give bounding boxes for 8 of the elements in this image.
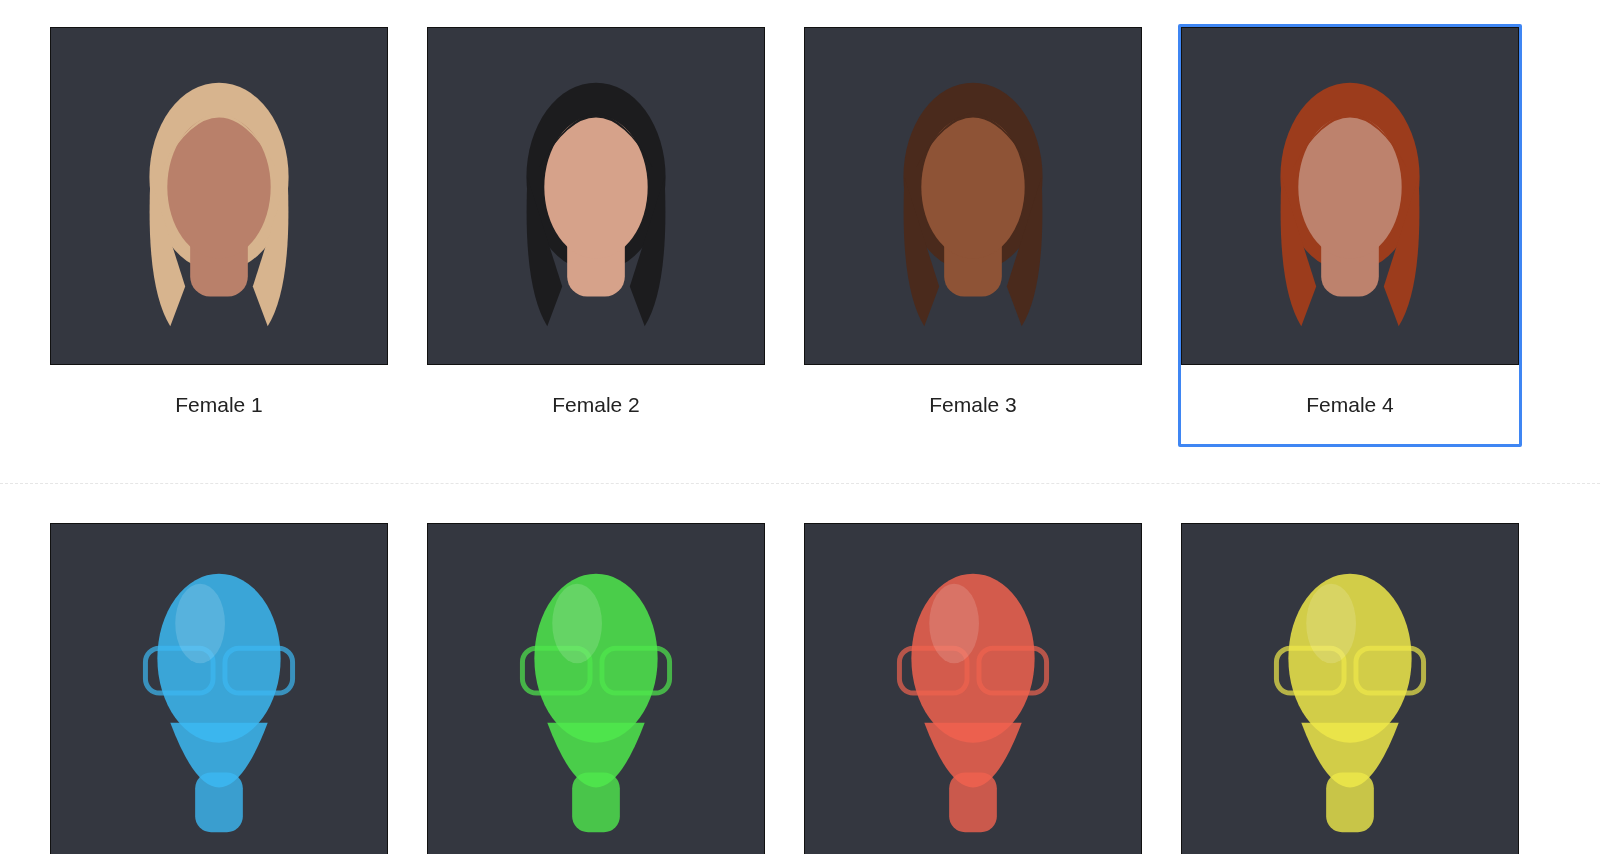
card-label: Female 4 (1305, 391, 1395, 418)
avatar-card[interactable]: Female 3 (801, 24, 1145, 447)
avatar-card[interactable]: Female 2 (424, 24, 768, 447)
card-label: Female 1 (174, 391, 264, 418)
avatar-card[interactable]: Female 4 (1178, 24, 1522, 447)
avatar-card[interactable]: Female 1 (47, 24, 391, 447)
card-label: Female 3 (928, 391, 1018, 418)
card-label: Female 2 (551, 391, 641, 418)
